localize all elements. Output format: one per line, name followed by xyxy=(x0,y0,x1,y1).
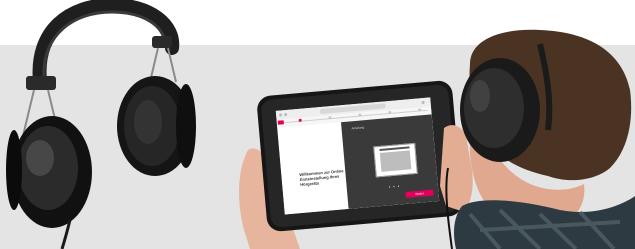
pager-dots[interactable]: • • • xyxy=(389,183,401,189)
next-button[interactable]: Weiter xyxy=(405,189,434,198)
preview-image xyxy=(379,150,412,172)
brand-logo xyxy=(277,120,284,125)
panel-heading: Anleitung xyxy=(351,125,365,131)
instruction-preview xyxy=(373,142,418,178)
share-icon[interactable] xyxy=(421,100,425,105)
hero-image: Willkommen zur Online Ersteinstellung Ih… xyxy=(0,0,635,249)
forward-icon[interactable] xyxy=(283,112,288,117)
back-icon[interactable] xyxy=(279,113,283,117)
instruction-panel: Anleitung • • • Weiter xyxy=(340,114,440,209)
headphones-icon xyxy=(6,0,196,249)
welcome-heading: Willkommen zur Online Ersteinstellung Ih… xyxy=(299,168,344,188)
welcome-panel: Willkommen zur Online Ersteinstellung Ih… xyxy=(277,122,349,215)
tablet-screen: Willkommen zur Online Ersteinstellung Ih… xyxy=(275,97,440,215)
